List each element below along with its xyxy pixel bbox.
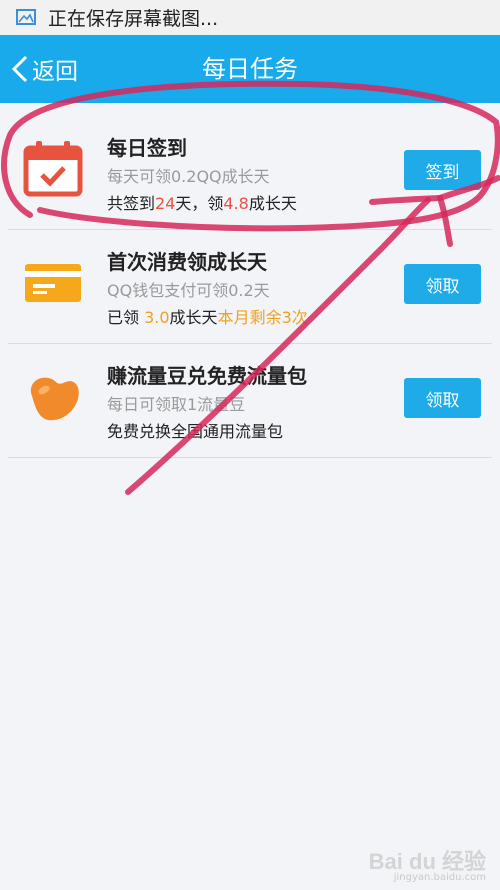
task-title: 每日签到 xyxy=(107,136,187,160)
checkin-button[interactable]: 签到 xyxy=(404,150,481,190)
card-icon xyxy=(25,264,81,302)
detail-text: 已领 xyxy=(107,308,145,327)
detail-text: 成长天 xyxy=(248,194,297,213)
watermark-brand: Bai du 经验 xyxy=(368,849,486,874)
detail-text: 免费兑换全国通用流量包 xyxy=(107,422,284,441)
baidu-watermark: Bai du 经验 jingyan.baidu.com xyxy=(368,849,486,886)
bean-icon xyxy=(30,377,79,421)
task-title: 首次消费领成长天 xyxy=(107,250,267,274)
status-bar: 正在保存屏幕截图... xyxy=(0,0,500,35)
claimed-days: 3.0 xyxy=(144,308,170,327)
task-daily-checkin: 每日签到 每天可领0.2QQ成长天 共签到24天，领4.8成长天 签到 xyxy=(8,116,492,230)
claim-button[interactable]: 领取 xyxy=(404,378,481,418)
checkin-days: 24 xyxy=(155,194,176,213)
screenshot-icon xyxy=(16,8,36,25)
detail-text: 成长天 xyxy=(169,308,218,327)
header-bar: 返回 每日任务 xyxy=(0,35,500,103)
earned-days: 4.8 xyxy=(223,194,249,213)
back-button[interactable]: 返回 xyxy=(10,35,78,103)
claim-button[interactable]: 领取 xyxy=(404,264,481,304)
calendar-check-icon xyxy=(23,141,83,197)
status-text: 正在保存屏幕截图... xyxy=(48,8,219,30)
task-title: 赚流量豆兑免费流量包 xyxy=(107,364,307,388)
remaining-count: 本月剩余3次 xyxy=(217,308,308,327)
detail-text: 天，领 xyxy=(175,194,224,213)
task-data-beans: 赚流量豆兑免费流量包 每日可领取1流量豆 免费兑换全国通用流量包 领取 xyxy=(8,344,492,458)
task-subtitle: 每日可领取1流量豆 xyxy=(107,395,246,414)
task-subtitle: QQ钱包支付可领0.2天 xyxy=(107,281,270,300)
task-subtitle: 每天可领0.2QQ成长天 xyxy=(107,167,270,186)
task-detail: 已领 3.0成长天本月剩余3次 xyxy=(107,304,308,328)
chevron-left-icon xyxy=(11,55,28,83)
task-detail: 共签到24天，领4.8成长天 xyxy=(107,190,297,214)
detail-text: 共签到 xyxy=(107,194,156,213)
task-first-purchase: 首次消费领成长天 QQ钱包支付可领0.2天 已领 3.0成长天本月剩余3次 领取 xyxy=(8,230,492,344)
back-label: 返回 xyxy=(32,59,78,85)
task-list: 每日签到 每天可领0.2QQ成长天 共签到24天，领4.8成长天 签到 首次消费… xyxy=(0,116,500,458)
task-detail: 免费兑换全国通用流量包 xyxy=(107,418,283,442)
